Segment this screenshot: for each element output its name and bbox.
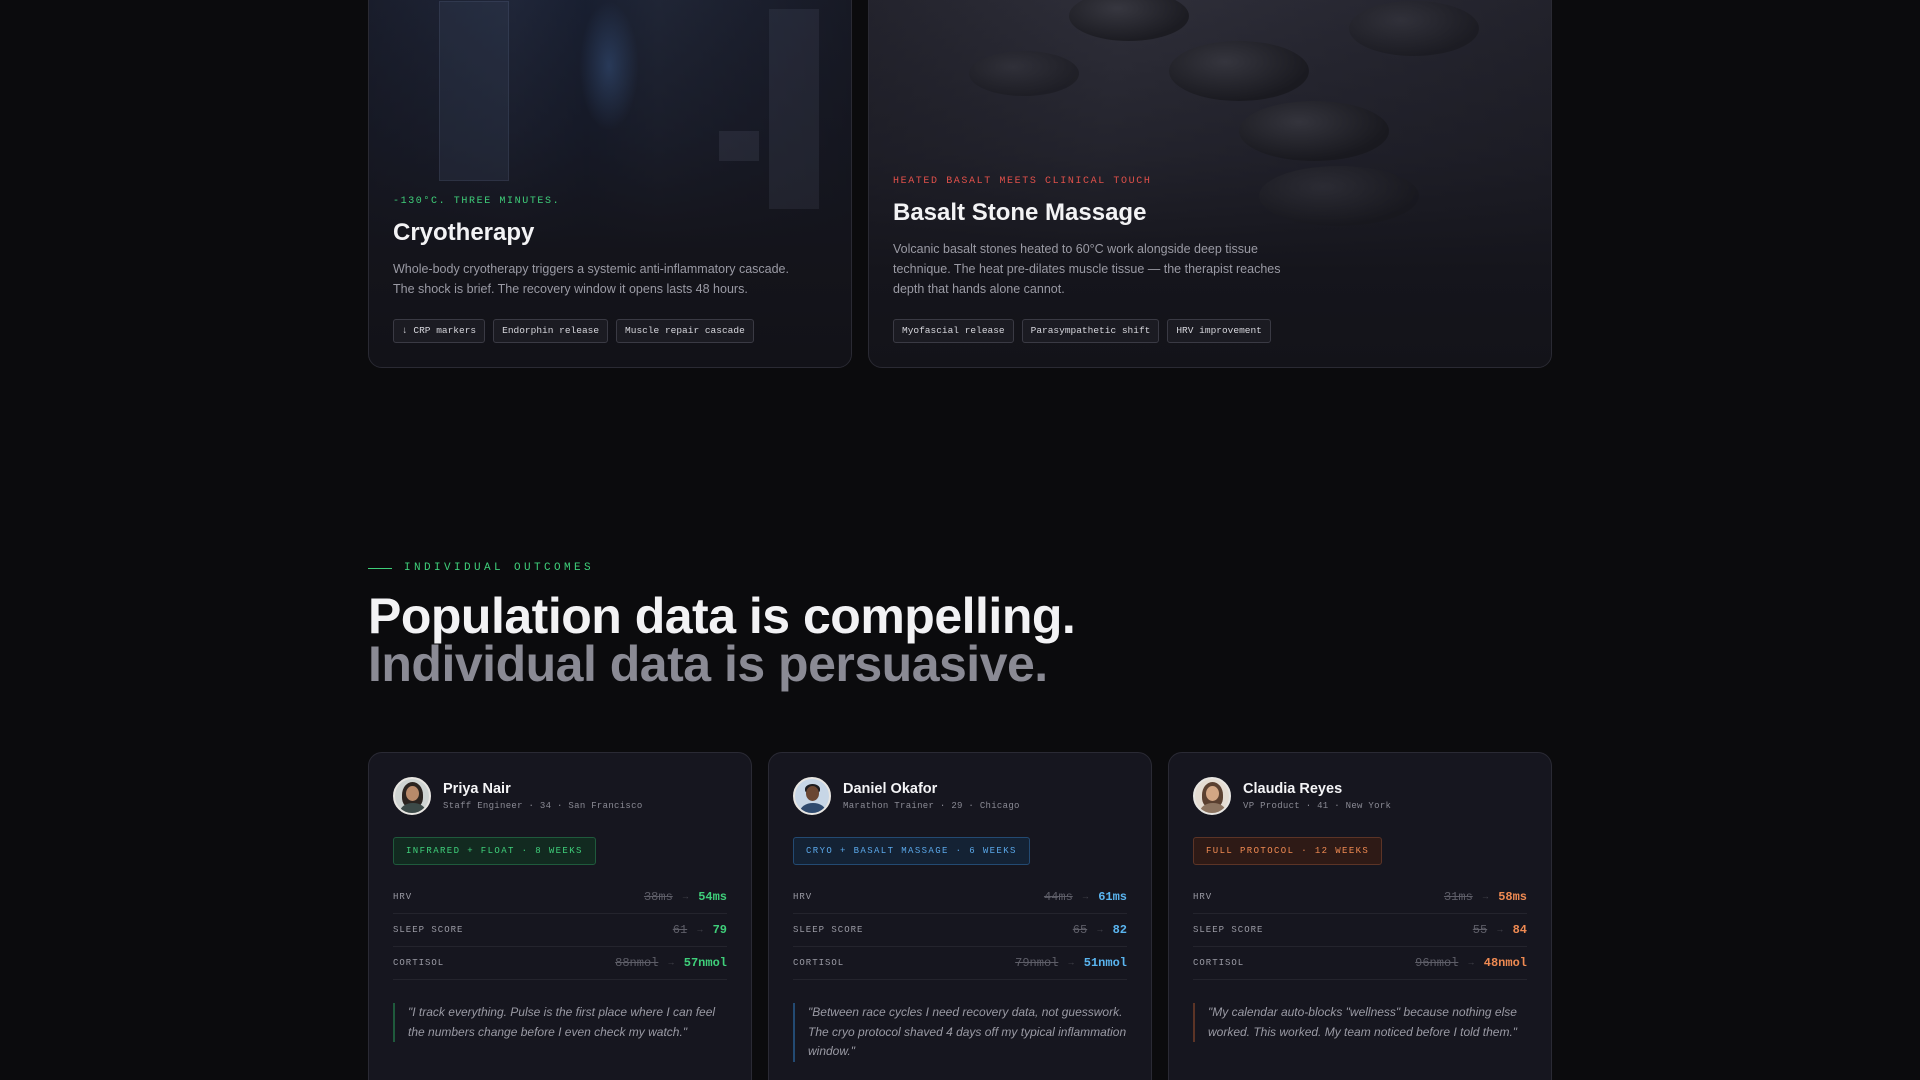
testimonial-card-claudia[interactable]: Claudia Reyes VP Product · 41 · New York… xyxy=(1168,752,1552,1080)
metric-after: 79 xyxy=(712,923,727,937)
basalt-description: Volcanic basalt stones heated to 60°C wo… xyxy=(893,242,1281,296)
metric-label: SLEEP SCORE xyxy=(393,925,464,935)
metric-after: 48nmol xyxy=(1483,956,1527,970)
cryotherapy-eyebrow: -130°C. THREE MINUTES. xyxy=(393,196,561,207)
outcomes-subheadline: Individual data is persuasive. xyxy=(368,636,1048,692)
testimonial-card-priya[interactable]: Priya Nair Staff Engineer · 34 · San Fra… xyxy=(368,752,752,1080)
metric-label: SLEEP SCORE xyxy=(793,925,864,935)
metric-after: 51nmol xyxy=(1083,956,1127,970)
outcomes-eyebrow-text: INDIVIDUAL OUTCOMES xyxy=(404,562,595,574)
metric-after: 58ms xyxy=(1498,890,1527,904)
basalt-eyebrow: HEATED BASALT MEETS CLINICAL TOUCH xyxy=(893,176,1152,187)
metric-before: 79nmol xyxy=(1015,956,1059,970)
metric-before: 38ms xyxy=(643,890,673,904)
arrow-right-icon: → xyxy=(697,925,703,935)
arrow-right-icon: → xyxy=(1097,925,1103,935)
metric-row-hrv: HRV 38ms → 54ms xyxy=(393,881,727,914)
cryotherapy-title: Cryotherapy xyxy=(393,219,535,246)
protocol-badge: CRYO + BASALT MASSAGE · 6 WEEKS xyxy=(793,837,1030,865)
cryotherapy-tags: ↓ CRP markers Endorphin release Muscle r… xyxy=(393,319,827,343)
testimonial-quote: "I track everything. Pulse is the first … xyxy=(393,1003,727,1042)
metric-before: 88nmol xyxy=(615,956,659,970)
cryotherapy-description: Whole-body cryotherapy triggers a system… xyxy=(393,262,789,296)
testimonial-meta: Staff Engineer · 34 · San Francisco xyxy=(443,801,643,811)
metric-before: 65 xyxy=(1072,923,1088,937)
tag-endorphin-release: Endorphin release xyxy=(493,319,609,343)
cryotherapy-card[interactable]: -130°C. THREE MINUTES. Cryotherapy Whole… xyxy=(368,0,852,368)
metric-row-cortisol: CORTISOL 96nmol → 48nmol xyxy=(1193,947,1527,980)
tag-parasympathetic-shift: Parasympathetic shift xyxy=(1021,319,1160,343)
metric-row-sleep: SLEEP SCORE 65 → 82 xyxy=(793,914,1127,947)
avatar xyxy=(1193,777,1231,815)
basalt-massage-card[interactable]: HEATED BASALT MEETS CLINICAL TOUCH Basal… xyxy=(868,0,1552,368)
testimonial-name: Daniel Okafor xyxy=(843,781,938,797)
metric-label: HRV xyxy=(393,892,413,902)
basalt-tags: Myofascial release Parasympathetic shift… xyxy=(893,319,1527,343)
metrics-list: HRV 38ms → 54ms SLEEP SCORE 61 → 79 CORTISOL… xyxy=(393,881,727,980)
metric-row-sleep: SLEEP SCORE 55 → 84 xyxy=(1193,914,1527,947)
protocol-badge: FULL PROTOCOL · 12 WEEKS xyxy=(1193,837,1383,865)
basalt-title: Basalt Stone Massage xyxy=(893,199,1147,226)
metric-label: HRV xyxy=(793,892,813,902)
metric-label: CORTISOL xyxy=(1193,958,1245,968)
testimonial-name: Priya Nair xyxy=(443,781,511,797)
metric-row-cortisol: CORTISOL 88nmol → 57nmol xyxy=(393,947,727,980)
metric-before: 61 xyxy=(672,923,688,937)
metric-label: CORTISOL xyxy=(393,958,445,968)
metric-label: HRV xyxy=(1193,892,1213,902)
eyebrow-divider xyxy=(368,567,392,569)
testimonial-name: Claudia Reyes xyxy=(1243,781,1343,797)
arrow-right-icon: → xyxy=(1497,925,1503,935)
arrow-right-icon: → xyxy=(1468,958,1474,968)
metric-after: 84 xyxy=(1512,923,1527,937)
tag-hrv-improvement: HRV improvement xyxy=(1167,319,1271,343)
arrow-right-icon: → xyxy=(1082,892,1089,902)
metric-label: CORTISOL xyxy=(793,958,845,968)
metric-row-hrv: HRV 31ms → 58ms xyxy=(1193,881,1527,914)
tag-crp-markers: ↓ CRP markers xyxy=(393,319,486,343)
arrow-right-icon: → xyxy=(1068,958,1074,968)
avatar xyxy=(393,777,431,815)
metric-row-sleep: SLEEP SCORE 61 → 79 xyxy=(393,914,727,947)
tag-myofascial-release: Myofascial release xyxy=(893,319,1014,343)
arrow-right-icon: → xyxy=(682,892,689,902)
testimonial-meta: Marathon Trainer · 29 · Chicago xyxy=(843,801,1020,811)
metrics-list: HRV 31ms → 58ms SLEEP SCORE 55 → 84 CORTISOL… xyxy=(1193,881,1527,980)
outcomes-eyebrow: INDIVIDUAL OUTCOMES xyxy=(368,562,594,574)
metric-after: 61ms xyxy=(1098,890,1127,904)
metric-after: 82 xyxy=(1112,923,1127,937)
metric-before: 44ms xyxy=(1043,890,1073,904)
testimonial-quote: "Between race cycles I need recovery dat… xyxy=(793,1003,1127,1062)
metric-before: 96nmol xyxy=(1415,956,1459,970)
arrow-right-icon: → xyxy=(668,958,674,968)
arrow-right-icon: → xyxy=(1482,892,1489,902)
metric-row-hrv: HRV 44ms → 61ms xyxy=(793,881,1127,914)
testimonial-card-daniel[interactable]: Daniel Okafor Marathon Trainer · 29 · Ch… xyxy=(768,752,1152,1080)
metric-before: 31ms xyxy=(1443,890,1473,904)
metric-after: 54ms xyxy=(698,890,727,904)
testimonial-quote: "My calendar auto-blocks "wellness" beca… xyxy=(1193,1003,1527,1042)
tag-muscle-repair: Muscle repair cascade xyxy=(616,319,754,343)
metric-label: SLEEP SCORE xyxy=(1193,925,1264,935)
metric-before: 55 xyxy=(1472,923,1488,937)
metric-after: 57nmol xyxy=(683,956,727,970)
avatar xyxy=(793,777,831,815)
metric-row-cortisol: CORTISOL 79nmol → 51nmol xyxy=(793,947,1127,980)
testimonial-meta: VP Product · 41 · New York xyxy=(1243,801,1392,811)
metrics-list: HRV 44ms → 61ms SLEEP SCORE 65 → 82 CORTISOL… xyxy=(793,881,1127,980)
protocol-badge: INFRARED + FLOAT · 8 WEEKS xyxy=(393,837,596,865)
